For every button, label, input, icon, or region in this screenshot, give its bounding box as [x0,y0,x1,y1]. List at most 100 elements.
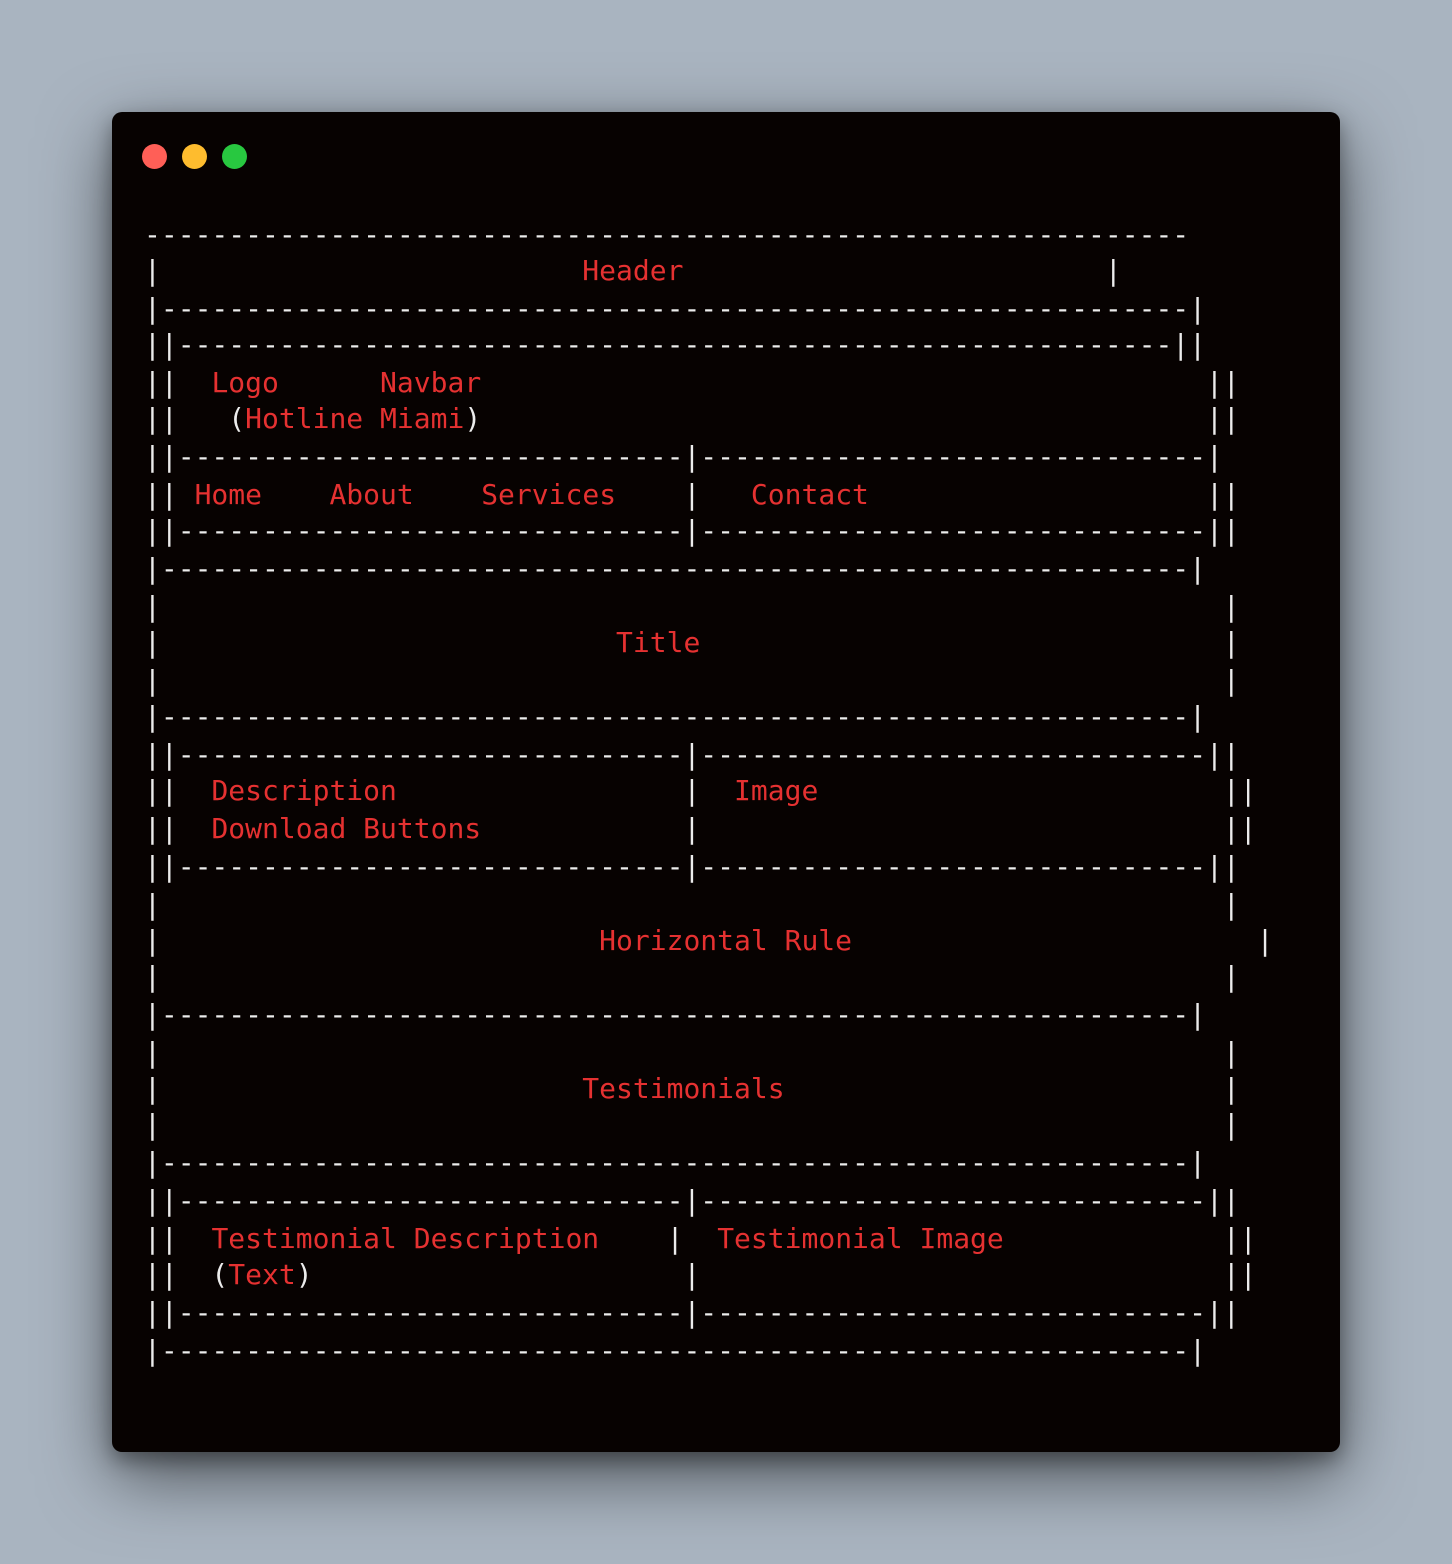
terminal-line: | | [144,662,1240,700]
ascii-border: || [481,402,1240,435]
ascii-border: | [144,1072,583,1105]
ascii-border [414,478,481,511]
terminal-line: ----------------------------------------… [144,216,1189,254]
terminal-line: |---------------------------------------… [144,698,1206,736]
ascii-border: || [144,812,212,845]
terminal-line: | | [144,958,1240,996]
ascii-border: | [144,924,600,957]
ascii-border: ----------------------------------------… [144,218,1190,251]
label-text: Testimonial Image [717,1222,1004,1255]
ascii-border: |---------------------------------------… [144,552,1207,585]
ascii-border: || [144,1222,212,1255]
terminal-line: || Testimonial Description | Testimonial… [144,1220,1257,1258]
ascii-border: | | [144,1108,1240,1141]
label-text: Testimonial Description [211,1222,600,1255]
terminal-line: | Header | [144,252,1122,290]
label-text: Description [211,774,397,807]
label-text: Home [194,478,263,511]
terminal-line: |---------------------------------------… [144,550,1206,588]
label-text: Horizontal Rule [599,924,853,957]
ascii-border: |---------------------------------------… [144,998,1207,1031]
ascii-border: || [818,774,1257,807]
ascii-border: |---------------------------------------… [144,700,1207,733]
minimize-button[interactable] [182,144,207,169]
ascii-border: | [852,924,1274,957]
ascii-border: | [396,774,735,807]
ascii-border: |---------------------------------------… [144,1334,1207,1367]
ascii-border: ||--------------------------------------… [144,328,1207,361]
terminal-line: || Download Buttons | || [144,810,1257,848]
ascii-border [262,478,329,511]
ascii-border: | [144,254,583,287]
label-text: Header [582,254,684,287]
label-text: Contact [750,478,869,511]
terminal-line: | | [144,588,1240,626]
ascii-border [279,366,380,399]
close-button[interactable] [142,144,167,169]
terminal-line: ||------------------------------|-------… [144,1182,1240,1220]
terminal-line: |---------------------------------------… [144,290,1206,328]
ascii-border: |---------------------------------------… [144,1146,1207,1179]
terminal-line: || (Text) | || [144,1256,1257,1294]
terminal-line: ||--------------------------------------… [144,326,1206,364]
ascii-border: | | [144,590,1240,623]
ascii-border: || [144,478,195,511]
ascii-border: | [599,1222,718,1255]
label-text: Title [616,626,701,659]
ascii-border: ) [295,1258,313,1291]
ascii-border: || [481,366,1240,399]
maximize-button[interactable] [222,144,247,169]
label-text: Hotline Miami [245,402,465,435]
terminal-line: |---------------------------------------… [144,996,1206,1034]
terminal-line: | Testimonials | [144,1070,1240,1108]
terminal-line: ||------------------------------|-------… [144,848,1240,886]
label-text: Logo [211,366,279,399]
ascii-border: || [1003,1222,1257,1255]
terminal-line: | | [144,1106,1240,1144]
terminal-line: | | [144,886,1240,924]
terminal-line: |---------------------------------------… [144,1144,1206,1182]
ascii-border: | || [312,1258,1257,1291]
ascii-border: ) [464,402,482,435]
ascii-border: | [144,626,617,659]
ascii-border: ||------------------------------|-------… [144,440,1223,473]
ascii-border: | | [144,664,1240,697]
terminal-line: || Description | Image || [144,772,1257,810]
terminal-line: |---------------------------------------… [144,1332,1206,1370]
terminal-line: | | [144,1034,1240,1072]
ascii-border: ||------------------------------|-------… [144,1296,1240,1329]
ascii-border: | | [144,888,1240,921]
label-text: Image [734,774,819,807]
terminal-line: || (Hotline Miami) || [144,400,1240,438]
ascii-border: ||------------------------------|-------… [144,514,1240,547]
ascii-border: | [784,1072,1240,1105]
ascii-border: | | [144,1036,1240,1069]
terminal-line: | Horizontal Rule | [144,922,1273,960]
terminal-line: ||------------------------------|-------… [144,736,1240,774]
ascii-border: | || [481,812,1257,845]
ascii-border: | [616,478,751,511]
terminal-line: | Title | [144,624,1240,662]
terminal-output: ----------------------------------------… [144,216,1324,1436]
terminal-line: ||------------------------------|-------… [144,512,1240,550]
label-text: Navbar [380,366,482,399]
ascii-border: || [868,478,1240,511]
terminal-line: ||------------------------------|-------… [144,438,1223,476]
ascii-border: |---------------------------------------… [144,292,1207,325]
ascii-border: ||------------------------------|-------… [144,738,1240,771]
terminal-line: || Logo Navbar || [144,364,1240,402]
label-text: Text [228,1258,296,1291]
ascii-border: ||------------------------------|-------… [144,850,1240,883]
ascii-border: || ( [144,402,246,435]
label-text: Testimonials [582,1072,785,1105]
terminal-line: ||------------------------------|-------… [144,1294,1240,1332]
ascii-border: | | [144,960,1240,993]
ascii-border: | [683,254,1122,287]
ascii-border: || [144,366,212,399]
label-text: About [329,478,414,511]
ascii-border: | [700,626,1240,659]
label-text: Services [481,478,617,511]
ascii-border: || [144,774,212,807]
label-text: Download Buttons [211,812,482,845]
ascii-border: ||------------------------------|-------… [144,1184,1240,1217]
